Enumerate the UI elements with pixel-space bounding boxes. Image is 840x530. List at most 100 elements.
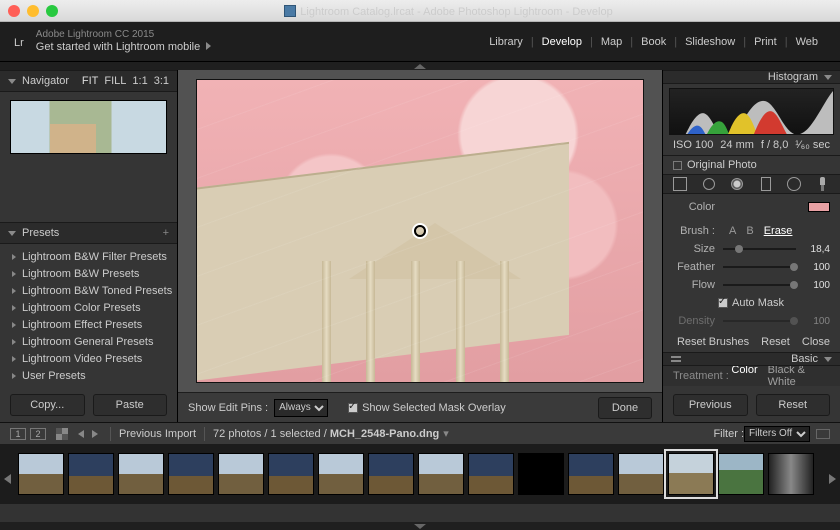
photo-canvas[interactable] [196, 79, 644, 383]
filmstrip-thumb[interactable] [668, 453, 714, 495]
zoom-3-1[interactable]: 3:1 [154, 75, 169, 87]
basic-header[interactable]: Basic [663, 352, 840, 366]
treatment-bw[interactable]: Black & White [768, 364, 830, 388]
center-panel: Show Edit Pins : Always Show Selected Ma… [178, 70, 662, 422]
add-preset-icon[interactable]: + [163, 227, 169, 239]
presets-header[interactable]: Presets + [0, 222, 177, 244]
preset-folder[interactable]: Lightroom Effect Presets [0, 316, 177, 333]
header-collapse-handle[interactable] [0, 62, 840, 70]
preset-folder[interactable]: Lightroom Video Presets [0, 350, 177, 367]
filmstrip-thumb[interactable] [518, 453, 564, 495]
navigator-preview[interactable] [10, 100, 167, 154]
filmstrip-thumb[interactable] [318, 453, 364, 495]
paste-button[interactable]: Paste [93, 394, 168, 416]
filmstrip-thumb[interactable] [218, 453, 264, 495]
brush-erase-tab[interactable]: Erase [764, 225, 793, 237]
traffic-light-minimize[interactable] [27, 5, 39, 17]
panel-switch-icon[interactable] [671, 356, 681, 362]
zoom-fit[interactable]: FIT [82, 75, 99, 87]
module-map[interactable]: Map [593, 36, 630, 48]
preset-folder[interactable]: User Presets [0, 367, 177, 384]
feather-label: Feather [673, 261, 715, 273]
color-swatch[interactable] [808, 202, 830, 212]
filmstrip-thumb[interactable] [118, 453, 164, 495]
treatment-color[interactable]: Color [731, 364, 757, 388]
current-file: MCH_2548-Pano.dng [330, 428, 439, 440]
main-window-button[interactable]: 1 [10, 428, 26, 440]
module-print[interactable]: Print [746, 36, 785, 48]
done-button[interactable]: Done [598, 397, 652, 419]
histogram[interactable] [669, 88, 834, 135]
module-web[interactable]: Web [788, 36, 826, 48]
reset-link[interactable]: Reset [761, 336, 790, 348]
filmstrip-thumb[interactable] [618, 453, 664, 495]
crop-tool[interactable] [671, 175, 689, 193]
reset-brushes-link[interactable]: Reset Brushes [677, 336, 749, 348]
filmstrip-thumb[interactable] [18, 453, 64, 495]
filmstrip-thumb[interactable] [468, 453, 514, 495]
checkbox-icon [673, 161, 682, 170]
automask-checkbox[interactable] [718, 298, 728, 308]
nav-back-icon[interactable] [78, 430, 84, 438]
basic-title: Basic [791, 353, 818, 365]
show-edit-pins-select[interactable]: Always [274, 399, 328, 417]
filmstrip-thumb[interactable] [268, 453, 314, 495]
preset-folder[interactable]: Lightroom B&W Presets [0, 265, 177, 282]
navigator-header[interactable]: Navigator FIT FILL 1:1 3:1 [0, 70, 177, 92]
feather-slider[interactable] [723, 266, 796, 268]
filter-lock-icon[interactable] [816, 429, 830, 439]
brush-pin-icon[interactable] [414, 225, 426, 237]
module-library[interactable]: Library [481, 36, 531, 48]
second-window-button[interactable]: 2 [30, 428, 46, 440]
zoom-fill[interactable]: FILL [104, 75, 126, 87]
nav-forward-icon[interactable] [92, 430, 98, 438]
module-develop[interactable]: Develop [534, 36, 590, 48]
filter-select[interactable]: Filters Off [744, 426, 810, 442]
filmstrip-collapse-handle[interactable] [0, 522, 840, 530]
treatment-row: Treatment : Color Black & White [663, 366, 840, 386]
reset-button[interactable]: Reset [756, 394, 831, 416]
histogram-header[interactable]: Histogram [663, 70, 840, 84]
module-slideshow[interactable]: Slideshow [677, 36, 743, 48]
brush-a-tab[interactable]: A [729, 225, 736, 237]
radial-filter-tool[interactable] [785, 175, 803, 193]
filmstrip-thumb[interactable] [568, 453, 614, 495]
filmstrip-thumb[interactable] [768, 453, 814, 495]
zoom-1-1[interactable]: 1:1 [132, 75, 147, 87]
adjustment-brush-tool[interactable] [814, 175, 832, 193]
mask-overlay-checkbox[interactable] [348, 403, 358, 413]
previous-button[interactable]: Previous [673, 394, 748, 416]
preset-folder[interactable]: Lightroom B&W Toned Presets [0, 282, 177, 299]
preset-folder[interactable]: Lightroom Color Presets [0, 299, 177, 316]
automask-row[interactable]: Auto Mask [673, 294, 830, 312]
brush-subpanel: Color Brush : A B Erase Size18,4 Feather… [663, 194, 840, 334]
color-label: Color [673, 201, 715, 213]
original-photo-row[interactable]: Original Photo [663, 156, 840, 175]
source-crumb[interactable]: Previous Import [119, 428, 196, 440]
module-book[interactable]: Book [633, 36, 674, 48]
traffic-light-close[interactable] [8, 5, 20, 17]
filmstrip-thumb[interactable] [418, 453, 464, 495]
brush-b-tab[interactable]: B [746, 225, 753, 237]
filmstrip[interactable] [0, 444, 840, 504]
graduated-filter-tool [757, 175, 775, 193]
exif-info: ISO 10024 mmf / 8,0¹⁄₆₀ sec [663, 137, 840, 156]
flow-slider[interactable] [723, 284, 796, 286]
size-slider[interactable] [723, 248, 796, 250]
copy-button[interactable]: Copy... [10, 394, 85, 416]
grid-icon[interactable] [56, 428, 68, 440]
filmstrip-thumb[interactable] [168, 453, 214, 495]
image-viewport[interactable] [178, 70, 662, 392]
filmstrip-thumb[interactable] [68, 453, 114, 495]
preset-folder[interactable]: Lightroom B&W Filter Presets [0, 248, 177, 265]
close-link[interactable]: Close [802, 336, 830, 348]
disclosure-icon [824, 75, 832, 80]
filmstrip-thumb[interactable] [368, 453, 414, 495]
traffic-light-zoom[interactable] [46, 5, 58, 17]
identity-plate[interactable]: Adobe Lightroom CC 2015 Get started with… [36, 29, 211, 54]
filmstrip-thumb[interactable] [718, 453, 764, 495]
redeye-tool[interactable] [728, 175, 746, 193]
preset-folder[interactable]: Lightroom General Presets [0, 333, 177, 350]
navigator-title: Navigator [22, 75, 69, 87]
spot-tool[interactable] [700, 175, 718, 193]
